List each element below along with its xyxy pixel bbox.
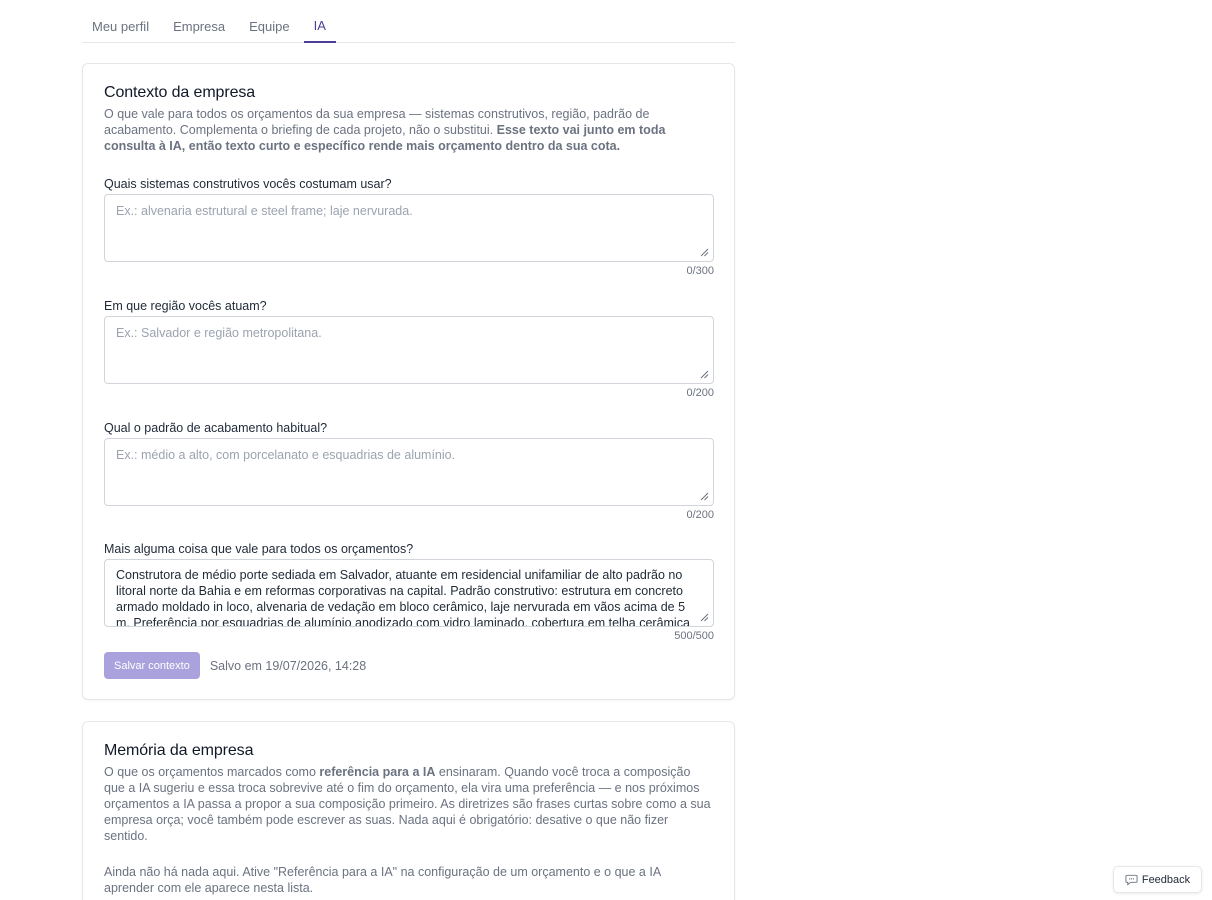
feedback-label: Feedback: [1141, 873, 1191, 886]
regiao-textarea[interactable]: Ex.: Salvador e região metropolitana.: [104, 316, 714, 384]
field-label: Qual o padrão de acabamento habitual?: [104, 421, 328, 435]
resize-handle-icon[interactable]: [700, 492, 709, 501]
save-context-button[interactable]: Salvar contexto: [104, 652, 200, 679]
acabamento-textarea[interactable]: Ex.: médio a alto, com porcelanato e esq…: [104, 438, 714, 506]
field-outros: Mais alguma coisa que vale para todos os…: [104, 542, 714, 642]
textarea-placeholder: Ex.: médio a alto, com porcelanato e esq…: [116, 448, 456, 462]
field-label: Quais sistemas construtivos vocês costum…: [104, 177, 392, 191]
sistemas-textarea[interactable]: Ex.: alvenaria estrutural e steel frame;…: [104, 194, 714, 262]
char-counter: 0/300: [686, 265, 714, 277]
tab-meu-perfil[interactable]: Meu perfil: [82, 10, 159, 43]
char-counter: 0/200: [686, 387, 714, 399]
field-label: Em que região vocês atuam?: [104, 299, 267, 313]
memory-empty-state: Ainda não há nada aqui. Ative "Referênci…: [104, 865, 661, 895]
context-title: Contexto da empresa: [104, 84, 256, 101]
textarea-placeholder: Ex.: alvenaria estrutural e steel frame;…: [116, 204, 413, 218]
char-counter: 500/500: [674, 630, 714, 642]
memory-description: O que os orçamentos marcados como referê…: [104, 765, 711, 843]
memory-title: Memória da empresa: [104, 742, 254, 759]
outros-textarea[interactable]: Construtora de médio porte sediada em Sa…: [104, 559, 714, 627]
resize-handle-icon[interactable]: [700, 248, 709, 257]
tab-ia[interactable]: IA: [303, 10, 336, 43]
context-actions: Salvar contexto Salvo em 19/07/2026, 14:…: [104, 652, 713, 679]
field-label: Mais alguma coisa que vale para todos os…: [104, 542, 414, 556]
memory-card: Memória da empresa O que os orçamentos m…: [82, 721, 735, 900]
resize-handle-icon[interactable]: [700, 370, 709, 379]
char-counter: 0/200: [686, 509, 714, 521]
feedback-button[interactable]: Feedback: [1113, 866, 1202, 893]
saved-status: Salvo em 19/07/2026, 14:28: [209, 658, 367, 673]
resize-handle-icon[interactable]: [700, 613, 709, 622]
context-description: O que vale para todos os orçamentos da s…: [104, 107, 666, 153]
field-sistemas: Quais sistemas construtivos vocês costum…: [104, 177, 714, 277]
context-card: Contexto da empresa O que vale para todo…: [82, 63, 735, 700]
field-regiao: Em que região vocês atuam? Ex.: Salvador…: [104, 299, 714, 399]
tab-empresa[interactable]: Empresa: [163, 10, 235, 43]
chat-bubble-icon: [1125, 874, 1138, 886]
field-acabamento: Qual o padrão de acabamento habitual? Ex…: [104, 421, 714, 521]
textarea-value: Construtora de médio porte sediada em Sa…: [116, 568, 690, 627]
settings-tabs: Meu perfil Empresa Equipe IA: [82, 10, 735, 43]
tab-equipe[interactable]: Equipe: [239, 10, 299, 43]
textarea-placeholder: Ex.: Salvador e região metropolitana.: [116, 326, 322, 340]
